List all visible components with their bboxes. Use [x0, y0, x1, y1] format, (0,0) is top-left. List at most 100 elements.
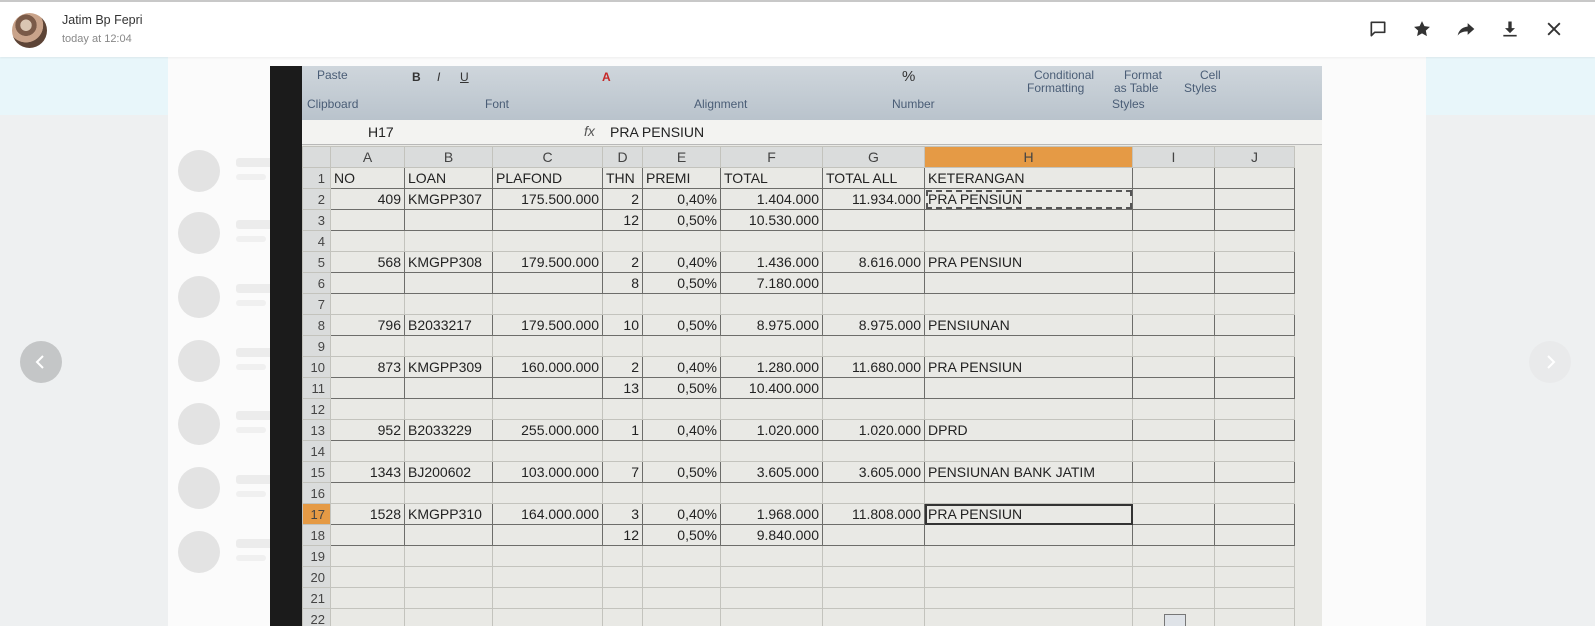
bold-icon: B: [412, 70, 421, 84]
spreadsheet-cell: [1132, 440, 1215, 462]
next-image-button[interactable]: [1529, 341, 1571, 383]
column-header[interactable]: D: [602, 146, 643, 168]
column-header[interactable]: C: [492, 146, 603, 168]
row-header[interactable]: 3: [302, 209, 331, 231]
spreadsheet-cell: [1214, 398, 1295, 420]
row-header[interactable]: 9: [302, 335, 331, 357]
spreadsheet-cell: [330, 398, 405, 420]
select-all-corner[interactable]: [302, 146, 331, 168]
spreadsheet-cell: [924, 545, 1133, 567]
row-header[interactable]: 22: [302, 608, 331, 626]
row-header[interactable]: 5: [302, 251, 331, 273]
spreadsheet-cell: [1132, 566, 1215, 588]
spreadsheet-cell: [404, 335, 493, 357]
spreadsheet-cell: [720, 230, 823, 252]
spreadsheet-cell: [492, 440, 603, 462]
spreadsheet-cell: [642, 545, 721, 567]
row-header[interactable]: 20: [302, 566, 331, 588]
forward-icon[interactable]: [1455, 18, 1477, 40]
row-header[interactable]: 7: [302, 293, 331, 315]
row-header[interactable]: 1: [302, 167, 331, 189]
row-header[interactable]: 19: [302, 545, 331, 567]
table-row: 18 12 0,50% 9.840.000: [302, 524, 1295, 546]
spreadsheet-cell: [330, 377, 405, 399]
spreadsheet-cell: PRA PENSIUN: [924, 251, 1133, 273]
spreadsheet-cell: [924, 209, 1133, 231]
spreadsheet-cell: KETERANGAN: [924, 167, 1133, 189]
spreadsheet-cell: [1214, 524, 1295, 546]
table-row: 4: [302, 230, 1295, 252]
comment-icon[interactable]: [1367, 18, 1389, 40]
column-header[interactable]: G: [822, 146, 925, 168]
column-header[interactable]: F: [720, 146, 823, 168]
spreadsheet-cell: [1132, 293, 1215, 315]
spreadsheet-cell: PRA PENSIUN: [924, 188, 1133, 210]
cell-table: ABCDEFGHIJ 1 NO LOAN PLAFOND THN PREMI TOTAL TO…: [302, 146, 1295, 626]
cell-styles-label-1: Cell: [1200, 68, 1221, 82]
column-header[interactable]: E: [642, 146, 721, 168]
format-as-table-label-1: Format: [1124, 68, 1163, 82]
cell-styles-label-2: Styles: [1184, 81, 1217, 95]
table-row: 6 8 0,50% 7.180.000: [302, 272, 1295, 294]
previous-image-button[interactable]: [20, 341, 62, 383]
spreadsheet-cell: [1214, 482, 1295, 504]
spreadsheet-cell: 255.000.000: [492, 419, 603, 441]
spreadsheet-cell: [924, 398, 1133, 420]
row-header[interactable]: 11: [302, 377, 331, 399]
star-icon[interactable]: [1411, 18, 1433, 40]
spreadsheet-cell: [330, 482, 405, 504]
spreadsheet-cell: [1132, 524, 1215, 546]
spreadsheet-cell: [642, 398, 721, 420]
spreadsheet-cell: [1132, 398, 1215, 420]
close-icon[interactable]: [1543, 18, 1565, 40]
row-header[interactable]: 8: [302, 314, 331, 336]
spreadsheet-cell: 10: [602, 314, 643, 336]
row-header[interactable]: 13: [302, 419, 331, 441]
row-header[interactable]: 17: [302, 503, 331, 525]
row-header[interactable]: 10: [302, 356, 331, 378]
spreadsheet-cell: 12: [602, 209, 643, 231]
row-header[interactable]: 12: [302, 398, 331, 420]
row-header[interactable]: 2: [302, 188, 331, 210]
row-header[interactable]: 15: [302, 461, 331, 483]
column-header[interactable]: I: [1132, 146, 1215, 168]
spreadsheet-cell: 2: [602, 356, 643, 378]
spreadsheet-cell: [822, 230, 925, 252]
row-header[interactable]: 6: [302, 272, 331, 294]
spreadsheet-cell: [822, 209, 925, 231]
column-header[interactable]: H: [924, 146, 1133, 168]
spreadsheet-cell: TOTAL ALL: [822, 167, 925, 189]
row-header[interactable]: 14: [302, 440, 331, 462]
spreadsheet-cell: [492, 293, 603, 315]
spreadsheet-cell: [1132, 188, 1215, 210]
spreadsheet-cell: [924, 230, 1133, 252]
spreadsheet-cell: [924, 524, 1133, 546]
spreadsheet-cell: [822, 440, 925, 462]
spreadsheet-cell: 164.000.000: [492, 503, 603, 525]
spreadsheet-cell: [602, 608, 643, 626]
spreadsheet-cell: [492, 545, 603, 567]
spreadsheet-cell: 0,50%: [642, 314, 721, 336]
viewer-header: Jatim Bp Fepri today at 12:04: [0, 0, 1595, 57]
sender-avatar[interactable]: [12, 13, 47, 48]
table-row: 10 873 KMGPP309 160.000.000 2 0,40% 1.280.000 1…: [302, 356, 1295, 378]
row-header[interactable]: 21: [302, 587, 331, 609]
column-header[interactable]: J: [1214, 146, 1295, 168]
row-header[interactable]: 18: [302, 524, 331, 546]
row-header[interactable]: 16: [302, 482, 331, 504]
sender-name[interactable]: Jatim Bp Fepri: [62, 13, 143, 27]
column-header[interactable]: A: [330, 146, 405, 168]
column-header[interactable]: B: [404, 146, 493, 168]
spreadsheet-cell: [822, 377, 925, 399]
row-header[interactable]: 4: [302, 230, 331, 252]
spreadsheet-cell: [822, 545, 925, 567]
download-icon[interactable]: [1499, 18, 1521, 40]
spreadsheet-cell: [492, 587, 603, 609]
spreadsheet-cell: 8.975.000: [720, 314, 823, 336]
spreadsheet-cell: 8.975.000: [822, 314, 925, 336]
spreadsheet-cell: [720, 587, 823, 609]
spreadsheet-cell: [404, 230, 493, 252]
spreadsheet-cell: [330, 608, 405, 626]
spreadsheet-cell: TOTAL: [720, 167, 823, 189]
spreadsheet-cell: [720, 608, 823, 626]
